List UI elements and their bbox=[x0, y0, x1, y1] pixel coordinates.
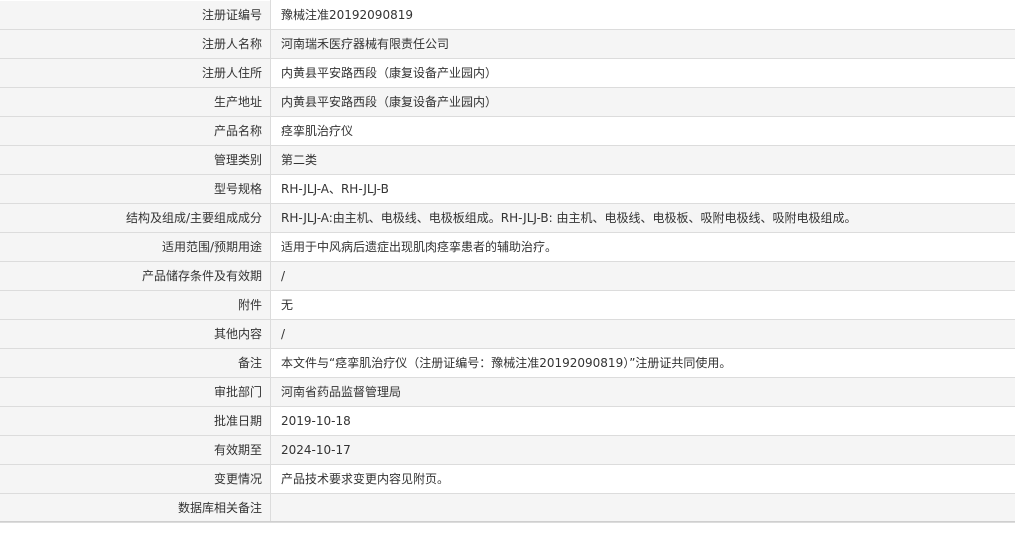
table-row: 注册人名称 河南瑞禾医疗器械有限责任公司 bbox=[0, 29, 1015, 59]
table-row: 批准日期 2019-10-18 bbox=[0, 406, 1015, 436]
row-value: 无 bbox=[270, 290, 1015, 320]
row-value: / bbox=[270, 261, 1015, 291]
table-row: 有效期至 2024-10-17 bbox=[0, 435, 1015, 465]
table-row: 产品名称 痉挛肌治疗仪 bbox=[0, 116, 1015, 146]
row-label: 注册人名称 bbox=[0, 29, 271, 59]
table-row: 适用范围/预期用途 适用于中风病后遗症出现肌肉痉挛患者的辅助治疗。 bbox=[0, 232, 1015, 262]
table-row: 注册证编号 豫械注准20192090819 bbox=[0, 0, 1015, 30]
table-row: 其他内容 / bbox=[0, 319, 1015, 349]
table-row: 变更情况 产品技术要求变更内容见附页。 bbox=[0, 464, 1015, 494]
row-label: 变更情况 bbox=[0, 464, 271, 494]
row-label: 产品储存条件及有效期 bbox=[0, 261, 271, 291]
row-value: 产品技术要求变更内容见附页。 bbox=[270, 464, 1015, 494]
row-label: 审批部门 bbox=[0, 377, 271, 407]
row-label: 结构及组成/主要组成成分 bbox=[0, 203, 271, 233]
registration-detail-page: 注册证编号 豫械注准20192090819 注册人名称 河南瑞禾医疗器械有限责任… bbox=[0, 0, 1017, 534]
row-value bbox=[270, 493, 1015, 523]
row-value: 2024-10-17 bbox=[270, 435, 1015, 465]
row-value: 河南瑞禾医疗器械有限责任公司 bbox=[270, 29, 1015, 59]
table-row: 生产地址 内黄县平安路西段（康复设备产业园内） bbox=[0, 87, 1015, 117]
table-row: 产品储存条件及有效期 / bbox=[0, 261, 1015, 291]
row-label: 其他内容 bbox=[0, 319, 271, 349]
row-label: 附件 bbox=[0, 290, 271, 320]
row-label: 备注 bbox=[0, 348, 271, 378]
table-row: 管理类别 第二类 bbox=[0, 145, 1015, 175]
row-label: 注册证编号 bbox=[0, 0, 271, 30]
row-label: 注册人住所 bbox=[0, 58, 271, 88]
table-row: 结构及组成/主要组成成分 RH-JLJ-A:由主机、电极线、电极板组成。RH-J… bbox=[0, 203, 1015, 233]
row-value: 适用于中风病后遗症出现肌肉痉挛患者的辅助治疗。 bbox=[270, 232, 1015, 262]
table-row: 型号规格 RH-JLJ-A、RH-JLJ-B bbox=[0, 174, 1015, 204]
row-value: 第二类 bbox=[270, 145, 1015, 175]
row-value: 2019-10-18 bbox=[270, 406, 1015, 436]
row-value: RH-JLJ-A:由主机、电极线、电极板组成。RH-JLJ-B: 由主机、电极线… bbox=[270, 203, 1015, 233]
row-value: RH-JLJ-A、RH-JLJ-B bbox=[270, 174, 1015, 204]
row-label: 生产地址 bbox=[0, 87, 271, 117]
row-value: 内黄县平安路西段（康复设备产业园内） bbox=[270, 58, 1015, 88]
row-value: 本文件与“痉挛肌治疗仪（注册证编号：豫械注准20192090819）”注册证共同… bbox=[270, 348, 1015, 378]
row-value: 内黄县平安路西段（康复设备产业园内） bbox=[270, 87, 1015, 117]
row-value: 痉挛肌治疗仪 bbox=[270, 116, 1015, 146]
row-label: 管理类别 bbox=[0, 145, 271, 175]
row-value: / bbox=[270, 319, 1015, 349]
row-label: 适用范围/预期用途 bbox=[0, 232, 271, 262]
table-bottom-divider bbox=[0, 521, 1015, 522]
registration-detail-table: 注册证编号 豫械注准20192090819 注册人名称 河南瑞禾医疗器械有限责任… bbox=[0, 0, 1015, 523]
table-row: 附件 无 bbox=[0, 290, 1015, 320]
table-row: 注册人住所 内黄县平安路西段（康复设备产业园内） bbox=[0, 58, 1015, 88]
row-label: 产品名称 bbox=[0, 116, 271, 146]
row-value: 豫械注准20192090819 bbox=[270, 0, 1015, 30]
table-row: 备注 本文件与“痉挛肌治疗仪（注册证编号：豫械注准20192090819）”注册… bbox=[0, 348, 1015, 378]
row-label: 数据库相关备注 bbox=[0, 493, 271, 523]
table-row: 数据库相关备注 bbox=[0, 493, 1015, 523]
row-label: 有效期至 bbox=[0, 435, 271, 465]
row-value: 河南省药品监督管理局 bbox=[270, 377, 1015, 407]
table-row: 审批部门 河南省药品监督管理局 bbox=[0, 377, 1015, 407]
row-label: 批准日期 bbox=[0, 406, 271, 436]
row-label: 型号规格 bbox=[0, 174, 271, 204]
